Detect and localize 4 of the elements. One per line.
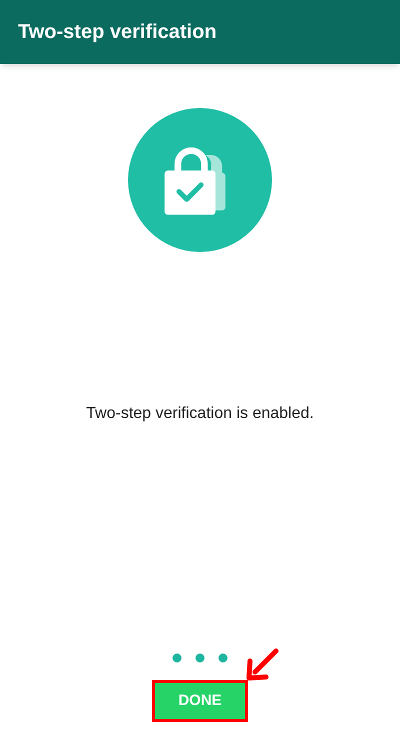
ellipsis-icon (172, 653, 228, 663)
app-bar-title: Two-step verification (18, 20, 217, 45)
status-message: Two-step verification is enabled. (86, 404, 314, 424)
done-button[interactable]: DONE (155, 683, 245, 719)
